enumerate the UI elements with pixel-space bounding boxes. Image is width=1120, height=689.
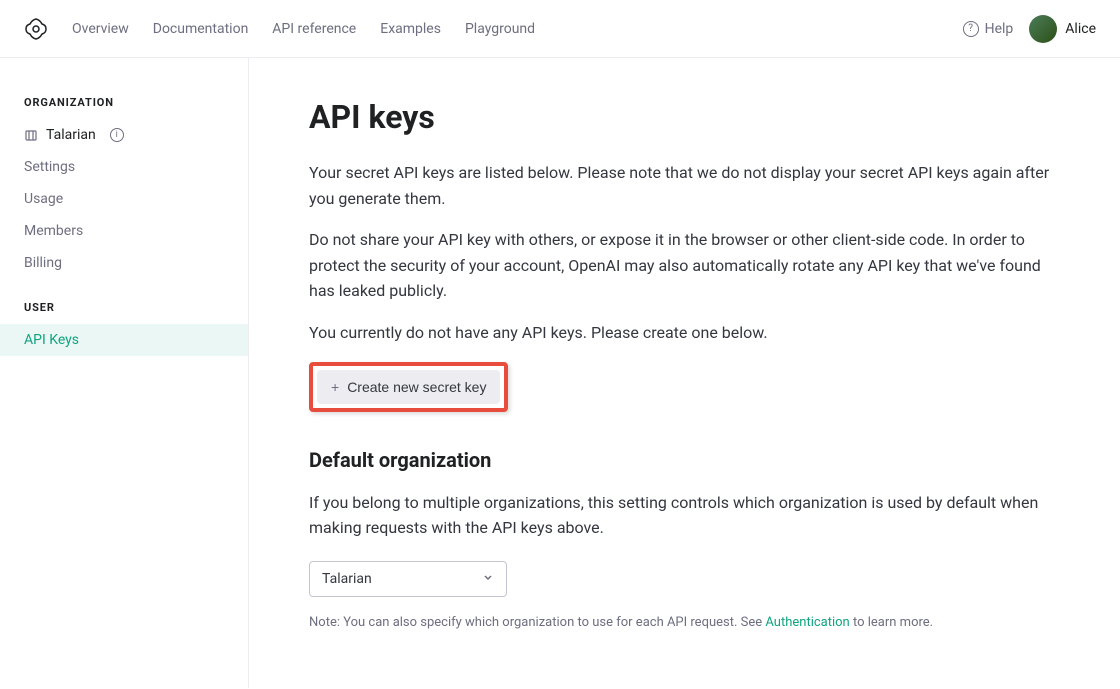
sidebar-item-label: Billing (24, 255, 62, 271)
body-container: ORGANIZATION Talarian i Settings Usage M… (0, 58, 1120, 688)
org-select-value: Talarian (322, 571, 372, 587)
user-menu[interactable]: Alice (1029, 15, 1096, 43)
create-button-label: Create new secret key (347, 379, 486, 395)
intro-para-3: You currently do not have any API keys. … (309, 320, 1059, 346)
default-org-text: If you belong to multiple organizations,… (309, 490, 1059, 541)
nav-api-reference[interactable]: API reference (272, 21, 356, 37)
sidebar-settings[interactable]: Settings (0, 151, 248, 183)
info-icon[interactable]: i (110, 128, 124, 142)
sidebar-billing[interactable]: Billing (0, 247, 248, 279)
main-content: API keys Your secret API keys are listed… (249, 58, 1119, 688)
sidebar-item-label: Settings (24, 159, 75, 175)
note-suffix: to learn more. (850, 615, 933, 630)
nav-overview[interactable]: Overview (72, 21, 129, 37)
nav-playground[interactable]: Playground (465, 21, 535, 37)
chevron-down-icon (482, 571, 494, 587)
help-link[interactable]: ? Help (963, 21, 1014, 37)
user-name: Alice (1065, 21, 1096, 37)
sidebar-org-title: ORGANIZATION (0, 96, 248, 119)
sidebar-org-name[interactable]: Talarian i (0, 119, 248, 151)
nav-examples[interactable]: Examples (380, 21, 441, 37)
org-select[interactable]: Talarian (309, 561, 507, 597)
header-right: ? Help Alice (963, 15, 1096, 43)
avatar (1029, 15, 1057, 43)
note-text: Note: You can also specify which organiz… (309, 615, 1059, 630)
sidebar-item-label: Usage (24, 191, 63, 207)
plus-icon: + (331, 379, 339, 395)
header-left: Overview Documentation API reference Exa… (24, 17, 535, 41)
sidebar-item-label: Members (24, 223, 83, 239)
default-org-title: Default organization (309, 448, 1059, 472)
create-secret-key-button[interactable]: + Create new secret key (317, 370, 500, 404)
sidebar-org-label: Talarian (46, 127, 96, 143)
sidebar-members[interactable]: Members (0, 215, 248, 247)
sidebar-api-keys[interactable]: API Keys (0, 324, 248, 356)
sidebar-usage[interactable]: Usage (0, 183, 248, 215)
page-title: API keys (309, 98, 1059, 136)
nav-links: Overview Documentation API reference Exa… (72, 21, 535, 37)
header: Overview Documentation API reference Exa… (0, 0, 1120, 58)
sidebar-item-label: API Keys (24, 332, 79, 348)
help-icon: ? (963, 21, 979, 37)
authentication-link[interactable]: Authentication (765, 615, 849, 630)
nav-documentation[interactable]: Documentation (153, 21, 249, 37)
sidebar: ORGANIZATION Talarian i Settings Usage M… (0, 58, 249, 688)
intro-para-1: Your secret API keys are listed below. P… (309, 160, 1059, 211)
intro-para-2: Do not share your API key with others, o… (309, 227, 1059, 304)
help-label: Help (985, 21, 1014, 37)
note-prefix: Note: You can also specify which organiz… (309, 615, 765, 630)
openai-logo[interactable] (24, 17, 48, 41)
create-highlight-box: + Create new secret key (309, 362, 508, 412)
sidebar-user-title: USER (0, 301, 248, 324)
building-icon (24, 128, 38, 142)
